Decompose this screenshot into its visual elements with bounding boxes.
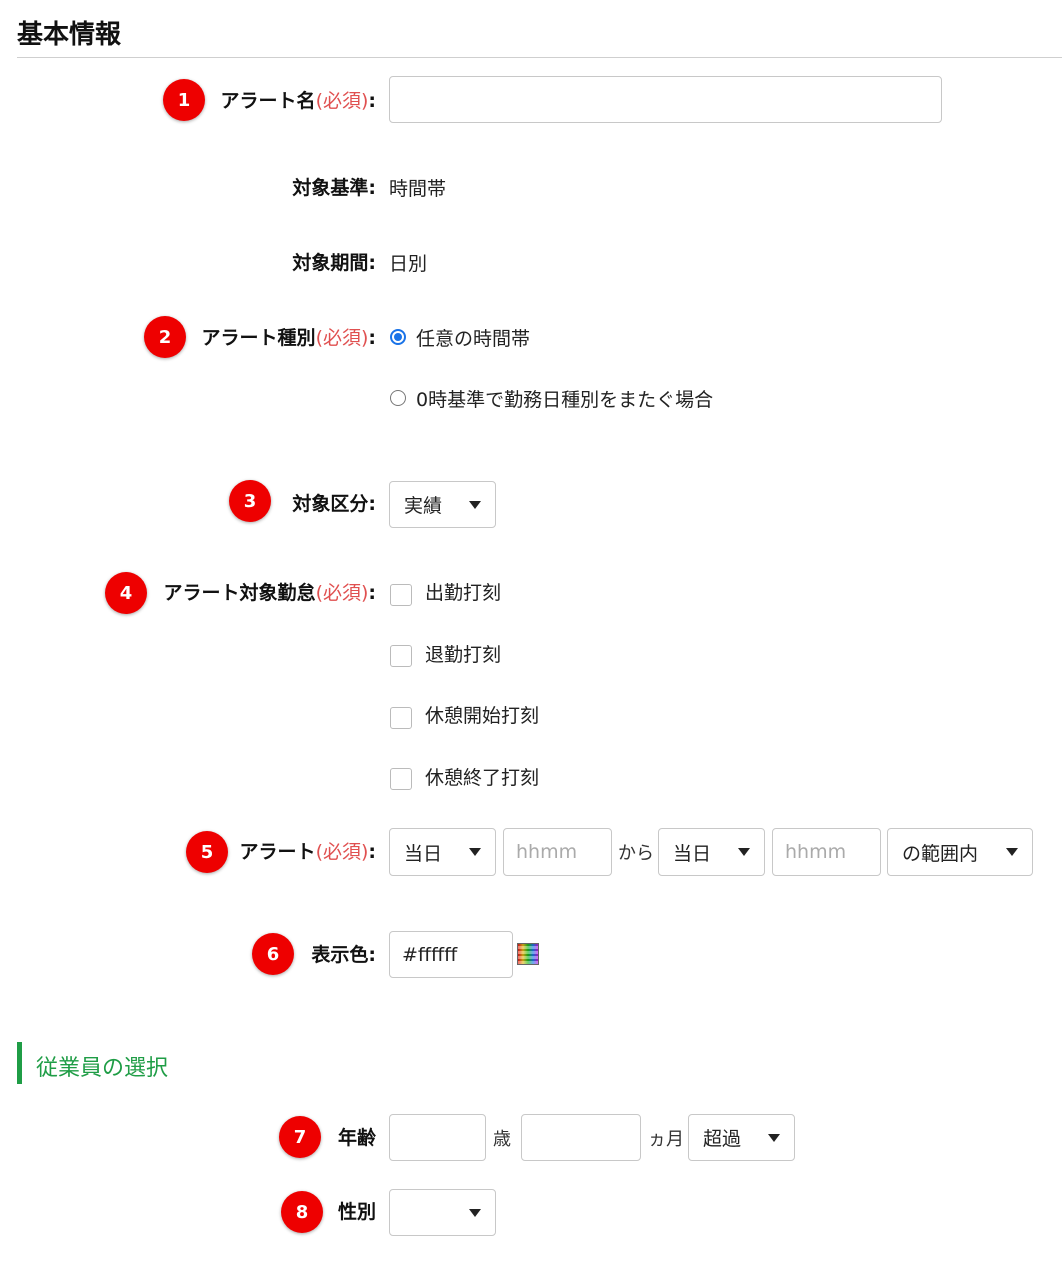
alert-type-radio-any-time[interactable] (390, 329, 406, 345)
alert-type-radio-cross-day[interactable] (390, 390, 406, 406)
page-heading: 基本情報 (17, 20, 122, 50)
age-months-unit: ヵ月 (648, 1129, 684, 1150)
heading-divider (17, 57, 1062, 58)
gender-select[interactable] (389, 1189, 496, 1236)
chevron-down-icon (768, 1133, 780, 1142)
option-break-end[interactable]: 休憩終了打刻 (425, 766, 539, 790)
step-badge-4: 4 (105, 572, 147, 614)
chevron-down-icon (738, 848, 750, 856)
section-accent-bar (17, 1042, 22, 1084)
target-period-value: 日別 (389, 253, 428, 275)
required-marker: (必須) (315, 841, 369, 863)
step-badge-7: 7 (279, 1116, 321, 1158)
display-color-input[interactable]: #ffffff (389, 931, 513, 978)
target-category-select[interactable]: 実績 (389, 481, 496, 528)
chevron-down-icon (469, 848, 481, 856)
required-marker: (必須) (315, 582, 369, 604)
checkbox-clock-out[interactable] (390, 645, 412, 667)
age-condition-select[interactable]: 超過 (688, 1114, 795, 1161)
target-category-label: 対象区分: (292, 493, 376, 515)
alert-type-option-any-time[interactable]: 任意の時間帯 (416, 327, 530, 351)
gender-label: 性別 (337, 1201, 376, 1223)
step-badge-3: 3 (229, 480, 271, 522)
to-time-input[interactable]: hhmm (772, 828, 881, 876)
from-to-connector: から (618, 843, 654, 864)
age-years-input[interactable] (389, 1114, 486, 1161)
checkbox-break-start[interactable] (390, 707, 412, 729)
step-badge-8: 8 (281, 1191, 323, 1233)
alert-name-label: アラート名(必須): (220, 90, 376, 112)
checkbox-clock-in[interactable] (390, 584, 412, 606)
option-break-start[interactable]: 休憩開始打刻 (425, 704, 539, 728)
step-badge-6: 6 (252, 933, 294, 975)
chevron-down-icon (469, 500, 481, 509)
required-marker: (必須) (315, 90, 369, 112)
age-years-unit: 歳 (493, 1129, 511, 1150)
step-badge-1: 1 (163, 79, 205, 121)
to-day-select[interactable]: 当日 (658, 828, 765, 876)
option-clock-in[interactable]: 出勤打刻 (425, 581, 501, 605)
step-badge-5: 5 (186, 831, 228, 873)
age-label: 年齢 (337, 1127, 376, 1149)
alert-time-label: アラート(必須): (239, 841, 376, 863)
target-basis-value: 時間帯 (389, 178, 447, 200)
from-day-select[interactable]: 当日 (389, 828, 496, 876)
target-basis-label: 対象基準: (292, 177, 376, 199)
checkbox-break-end[interactable] (390, 768, 412, 790)
from-time-input[interactable]: hhmm (503, 828, 612, 876)
alert-attendance-label: アラート対象勤怠(必須): (163, 582, 376, 604)
option-clock-out[interactable]: 退勤打刻 (425, 643, 501, 667)
color-palette-icon[interactable] (517, 943, 539, 965)
alert-type-label: アラート種別(必須): (201, 327, 376, 349)
display-color-label: 表示色: (311, 944, 376, 966)
chevron-down-icon (1006, 848, 1018, 856)
target-period-label: 対象期間: (292, 252, 376, 274)
step-badge-2: 2 (144, 316, 186, 358)
age-months-input[interactable] (521, 1114, 641, 1161)
chevron-down-icon (469, 1208, 481, 1217)
required-marker: (必須) (315, 327, 369, 349)
employee-section-heading: 従業員の選択 (36, 1056, 169, 1081)
alert-name-input[interactable] (389, 76, 942, 123)
range-select[interactable]: の範囲内 (887, 828, 1033, 876)
alert-type-option-cross-day[interactable]: 0時基準で勤務日種別をまたぐ場合 (416, 388, 713, 412)
